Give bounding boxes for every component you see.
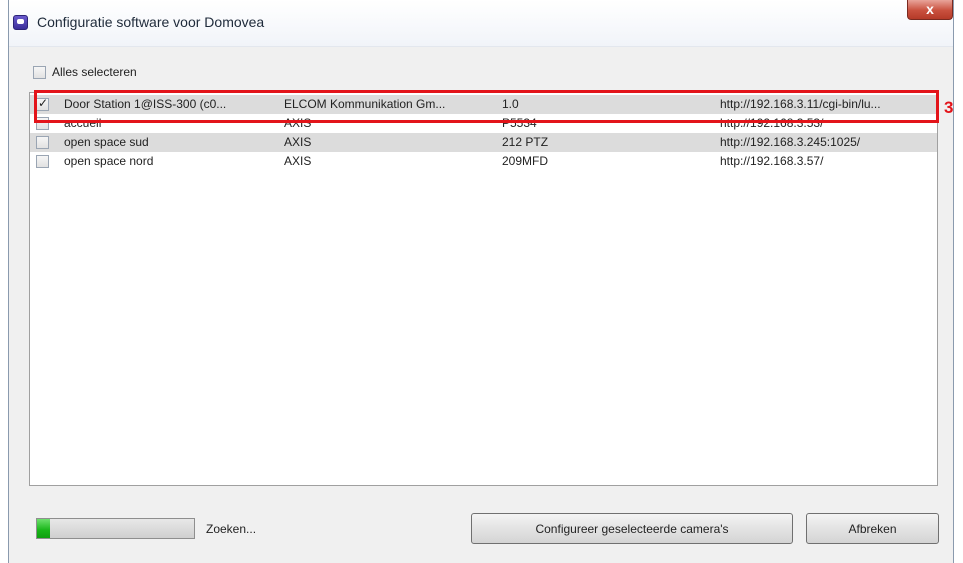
camera-url: http://192.168.3.245:1025/ bbox=[720, 135, 861, 149]
camera-vendor: AXIS bbox=[284, 154, 312, 168]
status-text: Zoeken... bbox=[206, 522, 257, 536]
annotation-highlight-box bbox=[34, 90, 939, 123]
camera-app-icon bbox=[13, 15, 28, 30]
annotation-marker: 3 bbox=[944, 98, 954, 117]
camera-vendor: AXIS bbox=[284, 135, 312, 149]
camera-row-checkbox[interactable] bbox=[36, 155, 49, 168]
camera-row[interactable]: open space nord AXIS 209MFD http://192.1… bbox=[30, 152, 937, 171]
window-title: Configuratie software voor Domovea bbox=[37, 14, 265, 30]
camera-name: open space nord bbox=[64, 154, 154, 168]
select-all-label: Alles selecteren bbox=[52, 65, 137, 79]
cancel-button[interactable]: Afbreken bbox=[806, 513, 939, 544]
camera-row[interactable]: open space sud AXIS 212 PTZ http://192.1… bbox=[30, 133, 937, 152]
select-all-checkbox[interactable] bbox=[33, 66, 46, 80]
close-button[interactable]: x bbox=[907, 0, 953, 20]
camera-model: 209MFD bbox=[502, 154, 549, 168]
configure-cameras-button[interactable]: Configureer geselecteerde camera's bbox=[471, 513, 793, 544]
camera-list[interactable]: Door Station 1@ISS-300 (c0... ELCOM Komm… bbox=[29, 92, 938, 486]
search-progress-bar bbox=[36, 518, 195, 539]
progress-fill bbox=[37, 519, 50, 538]
camera-name: open space sud bbox=[64, 135, 149, 149]
camera-url: http://192.168.3.57/ bbox=[720, 154, 824, 168]
camera-row-checkbox[interactable] bbox=[36, 136, 49, 149]
camera-model: 212 PTZ bbox=[502, 135, 549, 149]
title-bar: Configuratie software voor Domovea x bbox=[9, 0, 953, 47]
select-all-toggle[interactable]: Alles selecteren bbox=[33, 65, 137, 80]
